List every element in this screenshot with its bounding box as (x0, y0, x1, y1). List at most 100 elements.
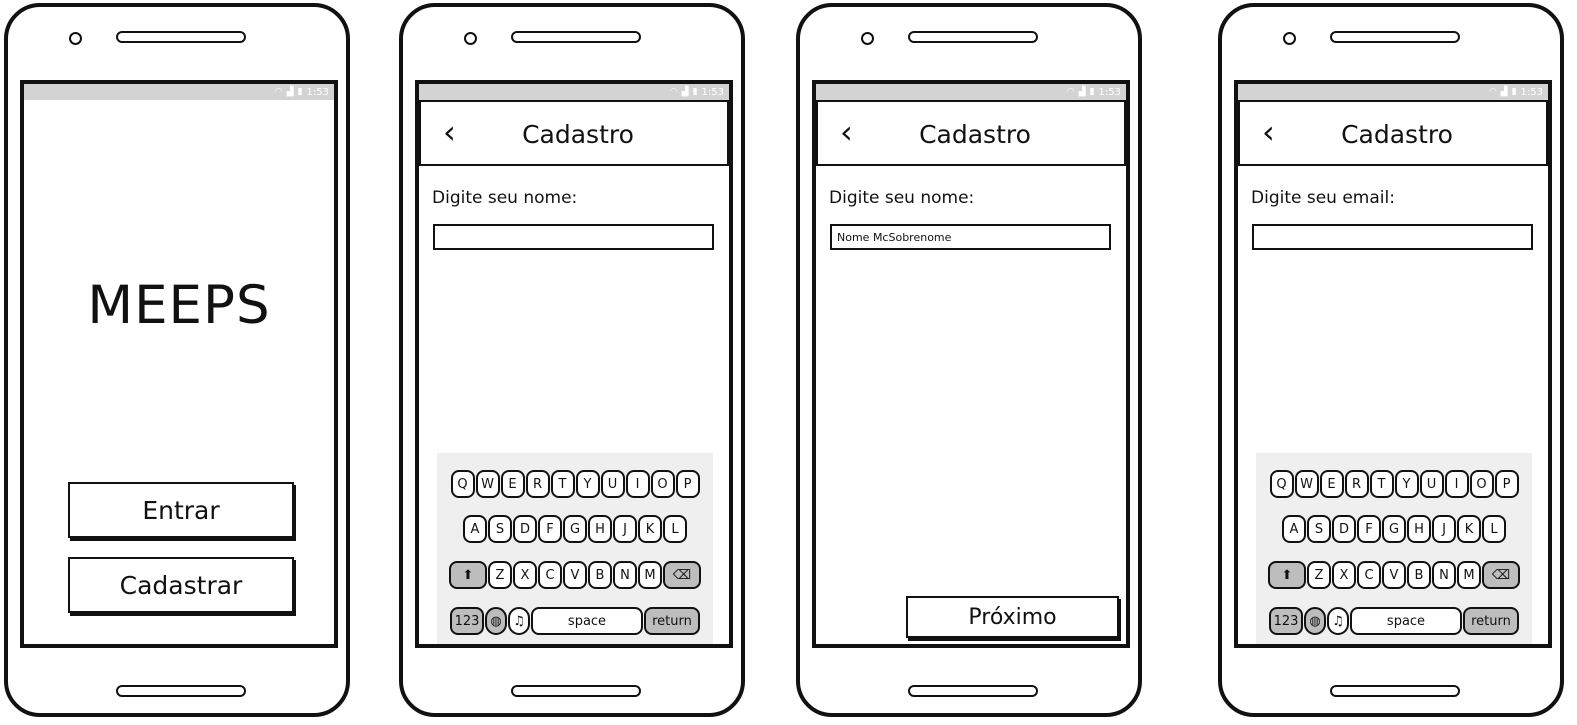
key-r[interactable]: R (525, 470, 550, 498)
globe-icon[interactable]: ◍ (485, 607, 507, 635)
status-bar: ◠ ▟ ▮ 1:53 (24, 84, 334, 100)
wifi-icon: ◠ (669, 86, 678, 97)
key-k[interactable]: K (638, 515, 662, 543)
signal-icon: ▟ (1078, 86, 1086, 97)
battery-icon: ▮ (297, 86, 303, 97)
microphone-icon[interactable]: ♫ (1327, 607, 1349, 635)
return-key[interactable]: return (644, 607, 700, 635)
key-e[interactable]: E (1319, 470, 1344, 498)
numbers-key[interactable]: 123 (1269, 607, 1303, 635)
key-v[interactable]: V (563, 561, 587, 589)
key-l[interactable]: L (1482, 515, 1506, 543)
status-time: 1:53 (1098, 86, 1121, 98)
key-t[interactable]: T (550, 470, 575, 498)
key-r[interactable]: R (1344, 470, 1369, 498)
key-j[interactable]: J (613, 515, 637, 543)
backspace-icon[interactable]: ⌫ (1482, 561, 1520, 589)
home-button[interactable] (511, 685, 641, 697)
page-title: Cadastro (1341, 120, 1453, 149)
key-s[interactable]: S (488, 515, 512, 543)
login-button[interactable]: Entrar (68, 482, 294, 538)
key-u[interactable]: U (600, 470, 625, 498)
key-q[interactable]: Q (1269, 470, 1294, 498)
key-g[interactable]: G (563, 515, 587, 543)
keyboard-row-3: ⬆ Z X C V B N M ⌫ (1256, 561, 1532, 589)
camera-icon (861, 32, 874, 45)
shift-arrow-icon[interactable]: ⬆ (449, 561, 487, 589)
key-v[interactable]: V (1382, 561, 1406, 589)
key-i[interactable]: I (625, 470, 650, 498)
key-g[interactable]: G (1382, 515, 1406, 543)
wifi-icon: ◠ (1066, 86, 1075, 97)
key-y[interactable]: Y (575, 470, 600, 498)
key-k[interactable]: K (1457, 515, 1481, 543)
key-f[interactable]: F (1357, 515, 1381, 543)
globe-icon[interactable]: ◍ (1304, 607, 1326, 635)
key-d[interactable]: D (1332, 515, 1356, 543)
numbers-key[interactable]: 123 (450, 607, 484, 635)
key-i[interactable]: I (1444, 470, 1469, 498)
shift-arrow-icon[interactable]: ⬆ (1268, 561, 1306, 589)
key-u[interactable]: U (1419, 470, 1444, 498)
space-key[interactable]: space (531, 607, 643, 635)
key-x[interactable]: X (1332, 561, 1356, 589)
key-c[interactable]: C (538, 561, 562, 589)
key-b[interactable]: B (588, 561, 612, 589)
home-button[interactable] (908, 685, 1038, 697)
home-button[interactable] (116, 685, 246, 697)
key-y[interactable]: Y (1394, 470, 1419, 498)
key-o[interactable]: O (1469, 470, 1494, 498)
key-w[interactable]: W (475, 470, 500, 498)
key-e[interactable]: E (500, 470, 525, 498)
key-d[interactable]: D (513, 515, 537, 543)
next-button[interactable]: Próximo (906, 596, 1119, 638)
nav-bar: ‹ Cadastro (419, 100, 729, 166)
key-p[interactable]: P (675, 470, 700, 498)
key-n[interactable]: N (613, 561, 637, 589)
signal-icon: ▟ (681, 86, 689, 97)
signal-icon: ▟ (1500, 86, 1508, 97)
key-a[interactable]: A (1282, 515, 1306, 543)
keyboard-row-3: ⬆ Z X C V B N M ⌫ (437, 561, 713, 589)
key-c[interactable]: C (1357, 561, 1381, 589)
key-j[interactable]: J (1432, 515, 1456, 543)
status-bar: ◠ ▟ ▮ 1:53 (1238, 84, 1548, 100)
key-n[interactable]: N (1432, 561, 1456, 589)
screen-name-empty: ◠ ▟ ▮ 1:53 ‹ Cadastro Digite seu nome: Q… (415, 80, 733, 648)
name-input[interactable] (830, 224, 1111, 250)
key-z[interactable]: Z (488, 561, 512, 589)
key-q[interactable]: Q (450, 470, 475, 498)
home-button[interactable] (1330, 685, 1460, 697)
key-o[interactable]: O (650, 470, 675, 498)
camera-icon (464, 32, 477, 45)
screen-name-filled: ◠ ▟ ▮ 1:53 ‹ Cadastro Digite seu nome: P… (812, 80, 1130, 648)
key-x[interactable]: X (513, 561, 537, 589)
key-m[interactable]: M (638, 561, 662, 589)
camera-icon (69, 32, 82, 45)
key-t[interactable]: T (1369, 470, 1394, 498)
email-field-label: Digite seu email: (1251, 188, 1395, 208)
email-input[interactable] (1252, 224, 1533, 250)
key-b[interactable]: B (1407, 561, 1431, 589)
key-p[interactable]: P (1494, 470, 1519, 498)
name-field-label: Digite seu nome: (432, 188, 578, 208)
key-s[interactable]: S (1307, 515, 1331, 543)
key-z[interactable]: Z (1307, 561, 1331, 589)
key-m[interactable]: M (1457, 561, 1481, 589)
register-button[interactable]: Cadastrar (68, 557, 294, 613)
key-w[interactable]: W (1294, 470, 1319, 498)
backspace-icon[interactable]: ⌫ (663, 561, 701, 589)
key-a[interactable]: A (463, 515, 487, 543)
battery-icon: ▮ (692, 86, 698, 97)
space-key[interactable]: space (1350, 607, 1462, 635)
key-f[interactable]: F (538, 515, 562, 543)
battery-icon: ▮ (1511, 86, 1517, 97)
key-l[interactable]: L (663, 515, 687, 543)
microphone-icon[interactable]: ♫ (508, 607, 530, 635)
key-h[interactable]: H (588, 515, 612, 543)
keyboard-row-2: A S D F G H J K L (1256, 515, 1532, 543)
name-input[interactable] (433, 224, 714, 250)
keyboard-row-4: 123 ◍ ♫ space return (1256, 607, 1532, 635)
key-h[interactable]: H (1407, 515, 1431, 543)
return-key[interactable]: return (1463, 607, 1519, 635)
